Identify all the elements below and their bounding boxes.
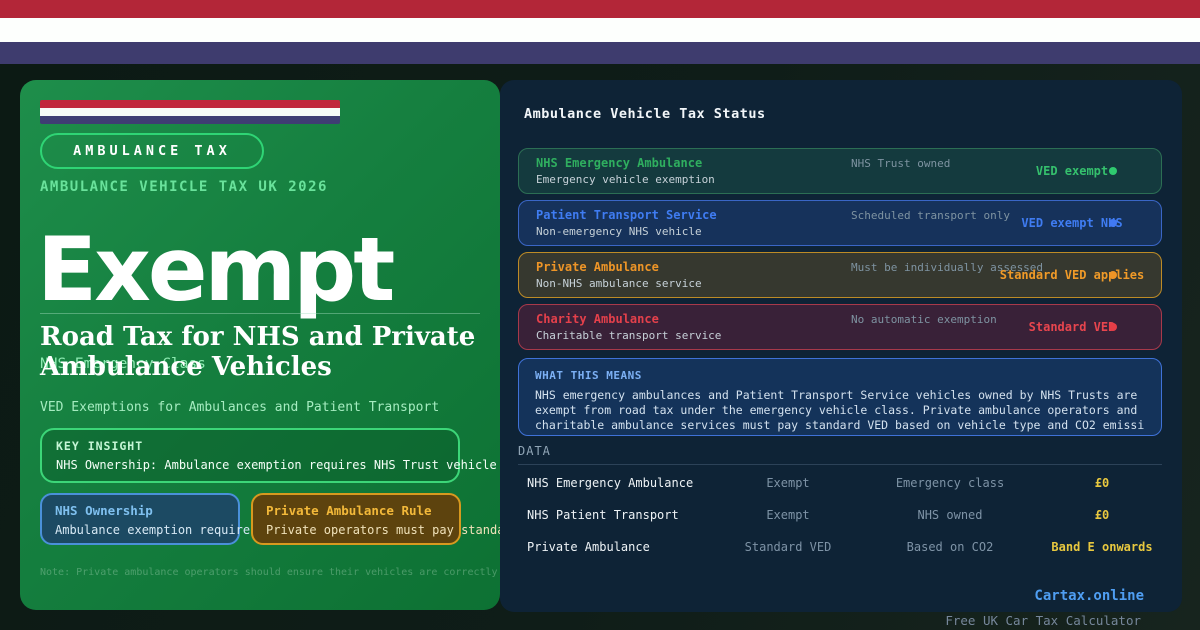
table-row: NHS Patient Transport Exempt NHS owned £… [518,500,1162,532]
footnote: Note: Private ambulance operators should… [40,567,500,578]
status-text: Standard VED applies [1000,268,1145,282]
status-row-private-ambulance: Private Ambulance Non-NHS ambulance serv… [518,252,1162,298]
flag-stripe-red [40,100,340,108]
top-bar-white [0,18,1200,42]
what-this-means-text: NHS emergency ambulances and Patient Tra… [535,388,1145,433]
table-cell-value: £0 [1042,508,1162,522]
status-dot-icon [1109,271,1117,279]
page: AMBULANCE TAX AMBULANCE VEHICLE TAX UK 2… [0,0,1200,630]
table-cell-name: NHS Emergency Ambulance [527,476,693,490]
status-badge: VED exempt [983,149,1161,193]
site-tagline: Free UK Car Tax Calculator [945,613,1141,628]
card-nhs-ownership-text: Ambulance exemption requires NHS [55,523,238,537]
brand-link[interactable]: Cartax.online [1034,588,1144,604]
row-title: Private Ambulance [536,260,659,274]
data-section-label: DATA [518,444,551,458]
status-row-charity-ambulance: Charity Ambulance Charitable transport s… [518,304,1162,350]
row-description: Emergency vehicle exemption [536,173,715,186]
key-insight-box: KEY INSIGHT NHS Ownership: Ambulance exe… [40,428,460,483]
status-panel-title: Ambulance Vehicle Tax Status [524,106,766,122]
card-nhs-ownership-title: NHS Ownership [55,503,238,518]
table-cell-name: NHS Patient Transport [527,508,679,522]
table-cell-basis: Based on CO2 [880,540,1020,554]
row-detail: No automatic exemption [851,313,997,326]
badge-label: AMBULANCE TAX [73,143,231,159]
status-badge: Standard VED [983,305,1161,349]
status-text: Standard VED [1029,320,1116,334]
table-row: Private Ambulance Standard VED Based on … [518,532,1162,564]
flag-stripe-white [40,108,340,116]
card-nhs-ownership: NHS Ownership Ambulance exemption requir… [40,493,240,545]
status-panel: Ambulance Vehicle Tax Status NHS Emergen… [500,80,1182,612]
key-insight-label: KEY INSIGHT [56,439,458,453]
data-divider [518,464,1162,465]
flag-stripe-navy [40,116,340,124]
row-description: Charitable transport service [536,329,721,342]
table-cell-basis: NHS owned [880,508,1020,522]
status-badge: Standard VED applies [983,253,1161,297]
row-title: NHS Emergency Ambulance [536,156,702,170]
table-cell-basis: Emergency class [880,476,1020,490]
table-cell-name: Private Ambulance [527,540,650,554]
what-this-means-box: WHAT THIS MEANS NHS emergency ambulances… [518,358,1162,436]
page-subtitle: VED Exemptions for Ambulances and Patien… [40,400,439,415]
status-text: VED exempt [1036,164,1108,178]
page-title: Road Tax for NHS and Private Ambulance V… [40,322,492,382]
row-title: Charity Ambulance [536,312,659,326]
card-private-rule-title: Private Ambulance Rule [266,503,459,518]
what-this-means-label: WHAT THIS MEANS [535,369,1145,382]
row-description: Non-NHS ambulance service [536,277,702,290]
table-cell-scheme: Exempt [718,476,858,490]
table-cell-value: Band E onwards [1042,540,1162,554]
row-title: Patient Transport Service [536,208,717,222]
status-badge: VED exempt NHS [983,201,1161,245]
row-description: Non-emergency NHS vehicle [536,225,702,238]
table-cell-value: £0 [1042,476,1162,490]
row-detail: NHS Trust owned [851,157,950,170]
status-text: VED exempt NHS [1021,216,1122,230]
divider-line [40,313,480,314]
card-private-rule: Private Ambulance Rule Private operators… [251,493,461,545]
key-insight-text: NHS Ownership: Ambulance exemption requi… [56,458,458,472]
card-private-rule-text: Private operators must pay standard [266,523,459,537]
top-bar-purple [0,42,1200,64]
table-cell-scheme: Exempt [718,508,858,522]
top-bar-red [0,0,1200,18]
uk-flag-stripes [40,100,340,124]
status-dot-icon [1109,219,1117,227]
table-row: NHS Emergency Ambulance Exempt Emergency… [518,468,1162,500]
status-dot-icon [1109,323,1117,331]
ambulance-tax-badge: AMBULANCE TAX [40,133,264,169]
left-panel: AMBULANCE TAX AMBULANCE VEHICLE TAX UK 2… [20,80,500,610]
status-dot-icon [1109,167,1117,175]
table-cell-scheme: Standard VED [718,540,858,554]
status-row-nhs-emergency: NHS Emergency Ambulance Emergency vehicl… [518,148,1162,194]
status-row-patient-transport: Patient Transport Service Non-emergency … [518,200,1162,246]
